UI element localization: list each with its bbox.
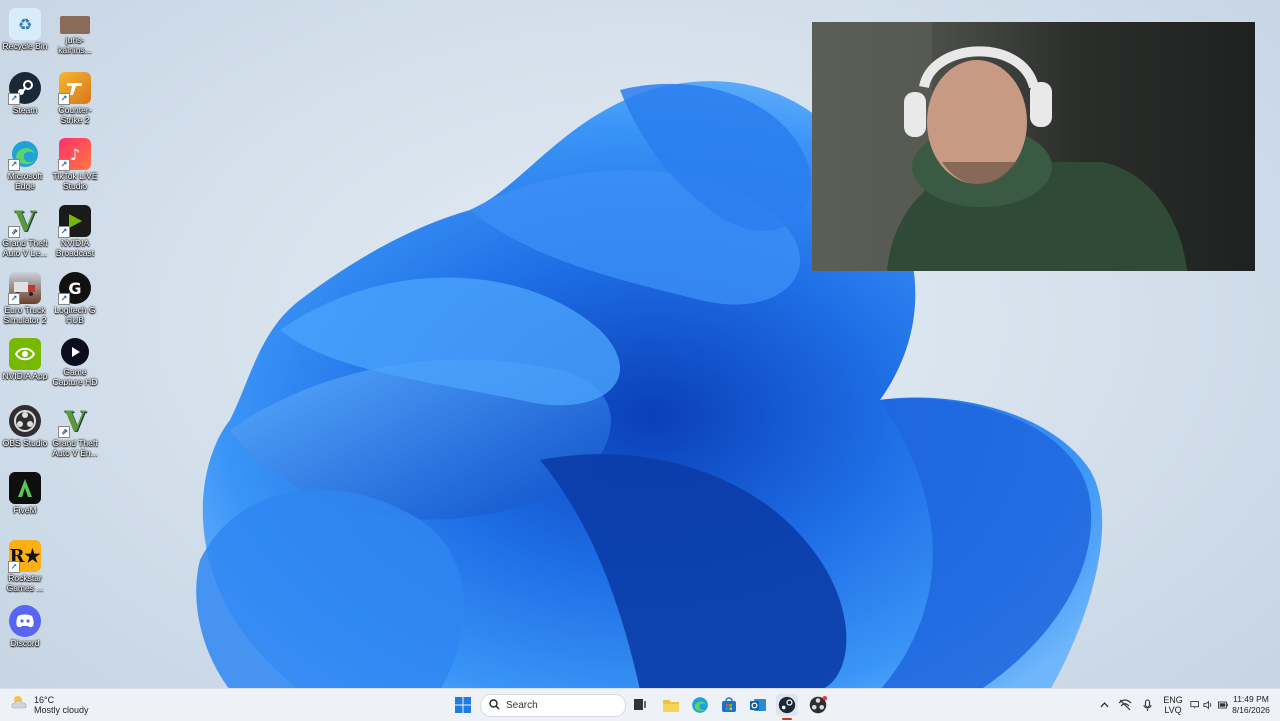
search-placeholder: Search (506, 700, 538, 711)
rockstar-icon: R★ ↗ (8, 540, 41, 573)
clock-button[interactable]: 11:49 PM 8/16/2026 (1228, 689, 1274, 721)
language-code: ENG (1163, 695, 1183, 705)
battery-icon (1217, 701, 1228, 709)
obs-icon (9, 405, 41, 437)
desktop-icon-label: Euro Truck Simulator 2 (3, 305, 47, 325)
display-icon (1190, 701, 1199, 709)
desktop-icon-tiktok[interactable]: ♪ ↗ TikTok LIVE Studio (50, 138, 100, 191)
windows-logo-icon (455, 697, 471, 713)
weather-temp: 16°C (34, 694, 55, 705)
taskbar-steam[interactable] (776, 694, 798, 720)
desktop-icon-label: TikTok LIVE Studio (52, 171, 98, 191)
microphone-icon (1142, 698, 1152, 711)
desktop-icon-label: NVIDIA Broadcast (55, 238, 95, 258)
language-switcher[interactable]: ENG LVQ (1160, 689, 1186, 721)
steam-icon: ↗ (8, 72, 41, 105)
desktop-icon-steam[interactable]: ↗ Steam (0, 72, 50, 115)
microphone-tray-button[interactable] (1140, 689, 1154, 721)
euro-truck-icon: ↗ (8, 272, 41, 305)
folder-icon (663, 699, 679, 712)
tiktok-icon: ♪ ↗ (58, 138, 91, 171)
desktop-icon-label: Game Capture HD (52, 367, 98, 387)
outlook-icon (750, 699, 766, 711)
network-disconnected-icon (1118, 699, 1132, 711)
taskbar-search[interactable]: Search (480, 694, 626, 717)
counter-strike-icon: ↗ (58, 72, 91, 105)
taskbar-microsoft-store[interactable] (718, 694, 740, 716)
desktop-icon-label: juris-kalnins... (58, 35, 92, 55)
desktop-icon-fivem[interactable]: FiveM (0, 472, 50, 515)
desktop-icon-gta-v-legacy[interactable]: V ↗ Grand Theft Auto V Le... (0, 205, 50, 259)
fivem-icon (9, 472, 41, 504)
weather-widget[interactable]: 16°C Mostly cloudy (10, 694, 89, 715)
taskbar-file-explorer[interactable] (660, 694, 682, 716)
clock-date: 8/16/2026 (1232, 705, 1270, 715)
taskbar-edge[interactable] (689, 694, 711, 716)
desktop-icon-recycle-bin[interactable]: ♻ Recycle Bin (0, 8, 50, 51)
discord-icon (9, 605, 41, 637)
desktop-icon-label: Microsoft Edge (7, 171, 43, 191)
desktop-icon-label: Counter-Strike 2 (58, 105, 92, 125)
desktop-icon-rockstar[interactable]: R★ ↗ Rockstar Games ... (0, 540, 50, 593)
network-tray-button[interactable] (1117, 689, 1133, 721)
gta-v-enhanced-icon: V ↗ (58, 405, 91, 438)
task-view-icon (634, 699, 646, 710)
desktop-icon-label: Rockstar Games ... (6, 573, 44, 593)
desktop-icon-profile-photo[interactable]: juris-kalnins... (50, 8, 100, 55)
desktop-icon-label: OBS Studio (2, 438, 48, 448)
gta-v-icon: V ↗ (8, 205, 41, 238)
task-view-button[interactable] (629, 694, 651, 716)
show-hidden-icons-button[interactable] (1097, 689, 1111, 721)
desktop-icon-label: Discord (10, 638, 40, 648)
recycle-bin-icon: ♻ (9, 8, 41, 40)
desktop-icon-label: Grand Theft Auto V En... (52, 438, 98, 458)
webcam-person (812, 22, 1187, 271)
desktop-icon-game-capture[interactable]: Game Capture HD (50, 338, 100, 387)
desktop-icon-logitech[interactable]: G ↗ Logitech G HUB (50, 272, 100, 325)
game-capture-icon (61, 338, 89, 366)
desktop-icon-edge[interactable]: ↗ Microsoft Edge (0, 138, 50, 191)
edge-icon (692, 697, 708, 713)
weather-condition: Mostly cloudy (34, 704, 89, 715)
obs-icon (809, 696, 827, 714)
logitech-g-icon: G ↗ (58, 272, 91, 305)
search-icon (489, 697, 500, 715)
profile-photo-icon (60, 16, 90, 34)
desktop-icon-label: NVIDIA App (2, 371, 48, 381)
desktop-icon-nvidia-app[interactable]: NVIDIA App (0, 338, 50, 381)
desktop-icon-gta-v-enhanced[interactable]: V ↗ Grand Theft Auto V En... (50, 405, 100, 459)
desktop-icon-discord[interactable]: Discord (0, 605, 50, 648)
desktop-icon-counter-strike[interactable]: ↗ Counter-Strike 2 (50, 72, 100, 125)
steam-icon (778, 696, 796, 714)
desktop-icon-label: Grand Theft Auto V Le... (2, 238, 48, 258)
taskbar-outlook[interactable] (747, 694, 769, 716)
desktop-icon-obs[interactable]: OBS Studio (0, 405, 50, 448)
desktop-icon-label: Steam (12, 105, 38, 115)
cloudy-weather-icon (10, 694, 30, 715)
nvidia-app-icon (9, 338, 41, 370)
clock-time: 11:49 PM (1233, 694, 1269, 704)
store-icon (722, 697, 736, 712)
edge-icon: ↗ (8, 138, 41, 171)
taskbar: 16°C Mostly cloudy Search ENG LVQ 11:49 … (0, 688, 1280, 721)
start-button[interactable] (452, 694, 474, 716)
webcam-overlay (812, 22, 1255, 271)
desktop-icon-label: Recycle Bin (2, 41, 48, 51)
desktop-icon-euro-truck[interactable]: ↗ Euro Truck Simulator 2 (0, 272, 50, 325)
desktop-icon-label: Logitech G HUB (54, 305, 96, 325)
taskbar-obs[interactable] (807, 694, 829, 716)
quick-settings-button[interactable] (1190, 689, 1228, 721)
desktop-icon-label: FiveM (13, 505, 37, 515)
nvidia-broadcast-icon: ↗ (58, 205, 91, 238)
chevron-up-icon (1100, 702, 1108, 708)
desktop-icon-nvidia-broadcast[interactable]: ↗ NVIDIA Broadcast (50, 205, 100, 258)
keyboard-layout: LVQ (1164, 705, 1182, 715)
volume-icon (1203, 700, 1212, 710)
